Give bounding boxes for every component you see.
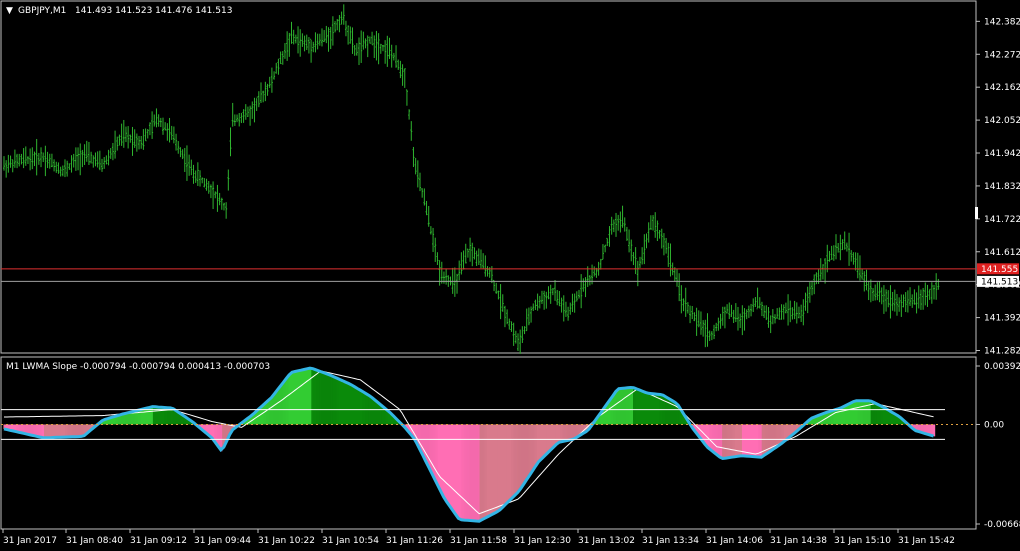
indicator-tick-label: 0.00 [984,420,1004,430]
indicator-tick-label: -0.006689 [984,520,1020,530]
price-tick-label: 141.392 [984,314,1020,324]
time-tick-label: 31 Jan 11:26 [386,536,443,546]
indicator-values: -0.000794 -0.000794 0.000413 -0.000703 [80,362,270,372]
time-tick-label: 31 Jan 10:22 [258,536,315,546]
main-chart-frame [0,0,977,354]
price-tick-label: 142.052 [984,116,1020,126]
price-tick-label: 141.722 [984,215,1020,225]
alert-price-text: 141.555 [981,265,1018,275]
current-price-text: 141.513 [981,277,1018,287]
ohlc-text: 141.493 141.523 141.476 141.513 [75,6,232,16]
time-tick-label: 31 Jan 2017 [3,536,57,546]
time-tick-label: 31 Jan 10:54 [322,536,379,546]
price-tick-label: 141.942 [984,149,1020,159]
price-tick-label: 141.612 [984,248,1020,258]
time-tick-label: 31 Jan 13:02 [578,536,635,546]
time-tick-label: 31 Jan 08:40 [66,536,123,546]
trading-chart[interactable]: ▼ GBPJPY,M1 141.493 141.523 141.476 141.… [0,0,1020,551]
time-tick-label: 31 Jan 14:06 [706,536,763,546]
time-tick-label: 31 Jan 13:34 [642,536,699,546]
indicator-title: M1 LWMA Slope [6,362,78,372]
chart-shift-marker[interactable] [975,207,978,219]
time-axis: 31 Jan 2017 31 Jan 08:40 31 Jan 09:12 31 Ja… [2,529,955,546]
time-tick-label: 31 Jan 09:12 [130,536,187,546]
time-tick-label: 31 Jan 11:58 [450,536,507,546]
time-tick-label: 31 Jan 12:30 [514,536,571,546]
indicator-axis: 0.003929 0.00 -0.006689 [976,362,1020,530]
price-axis: 142.382 142.272 142.162 142.052 141.942 141.8… [976,17,1020,357]
time-tick-label: 31 Jan 15:42 [898,536,955,546]
time-tick-label: 31 Jan 09:44 [194,536,251,546]
time-tick-label: 31 Jan 15:10 [834,536,891,546]
indicator-tick-label: 0.003929 [984,362,1020,372]
price-tick-label: 142.382 [984,17,1020,27]
price-tick-label: 141.282 [984,347,1020,357]
symbol-label: GBPJPY,M1 [18,6,66,16]
price-tick-label: 142.272 [984,50,1020,60]
price-tick-label: 142.162 [984,83,1020,93]
time-tick-label: 31 Jan 14:38 [770,536,827,546]
price-tick-label: 141.832 [984,182,1020,192]
symbol-menu-icon[interactable]: ▼ [6,6,13,16]
